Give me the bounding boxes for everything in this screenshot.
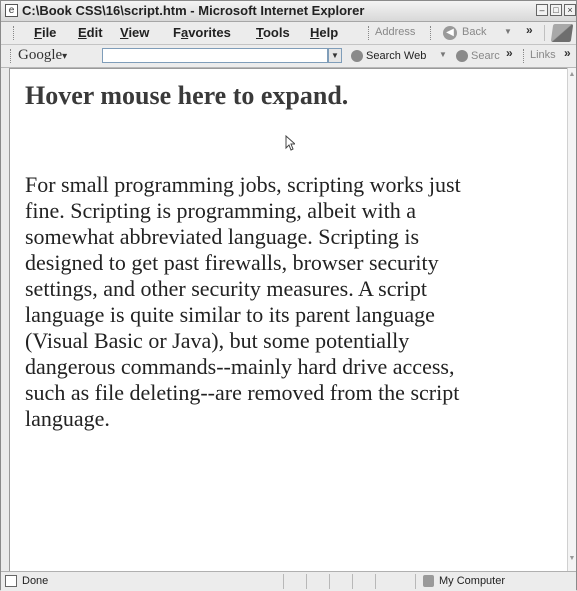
scroll-up-icon[interactable]: ▲: [568, 71, 576, 78]
binoculars-icon[interactable]: [351, 50, 363, 62]
browser-window: e C:\Book CSS\16\script.htm - Microsoft …: [0, 0, 577, 591]
menu-favorites-rest: vorites: [188, 25, 231, 40]
menu-view-rest: iew: [128, 25, 150, 40]
maximize-button[interactable]: □: [550, 4, 562, 16]
menu-file-accel: F: [34, 25, 42, 40]
links-chevron-icon[interactable]: »: [564, 46, 571, 60]
google-chevron-icon[interactable]: »: [506, 46, 513, 60]
menu-edit-rest: dit: [86, 25, 103, 40]
menu-edit-accel: E: [78, 25, 87, 40]
address-grip[interactable]: [368, 26, 372, 40]
menu-view[interactable]: View: [120, 25, 149, 40]
menu-bar: File Edit View Favorites Tools Help Addr…: [1, 22, 576, 45]
google-logo-arrow-icon: ▾: [62, 51, 68, 62]
back-button-label[interactable]: Back: [462, 26, 486, 38]
google-toolbar-grip[interactable]: [10, 49, 14, 63]
back-grip[interactable]: [430, 26, 434, 40]
toolbar-separator: [544, 25, 545, 41]
search-site-button[interactable]: Searc: [471, 50, 500, 62]
title-bar: e C:\Book CSS\16\script.htm - Microsoft …: [1, 1, 576, 22]
google-search-input[interactable]: [102, 48, 328, 63]
menu-tools-accel: T: [256, 25, 263, 40]
status-pane: [306, 574, 307, 589]
page-status-icon: [5, 575, 17, 587]
menu-favorites-pre: F: [173, 25, 181, 40]
back-dropdown-icon[interactable]: ▼: [504, 27, 512, 36]
search-web-dropdown-icon[interactable]: ▼: [439, 50, 447, 59]
menu-tools-rest: ools: [262, 25, 290, 40]
google-toolbar: Google▾ ▼ Search Web ▼ Searc » Links »: [1, 45, 576, 68]
security-zone-text: My Computer: [439, 575, 506, 587]
google-logo-button[interactable]: Google▾: [18, 47, 67, 64]
menu-edit[interactable]: Edit: [78, 25, 103, 40]
menu-tools[interactable]: Tools: [256, 25, 290, 40]
expand-heading[interactable]: Hover mouse here to expand.: [25, 81, 348, 111]
back-arrow-icon[interactable]: ◀: [443, 26, 457, 40]
menu-help-accel: H: [310, 25, 320, 40]
links-button[interactable]: Links: [530, 49, 556, 61]
status-bar: Done My Computer: [1, 571, 576, 591]
toolbar-grip[interactable]: [13, 26, 17, 40]
search-web-button[interactable]: Search Web: [366, 50, 426, 62]
windows-logo-icon: [550, 24, 574, 42]
menu-favorites[interactable]: Favorites: [173, 25, 231, 40]
menu-help-rest: elp: [319, 25, 339, 40]
status-pane: [415, 574, 416, 589]
script-paragraph: For small programming jobs, scripting wo…: [25, 172, 461, 431]
links-grip[interactable]: [523, 49, 527, 63]
status-pane: [329, 574, 330, 589]
close-button[interactable]: ×: [564, 4, 576, 16]
status-pane: [283, 574, 284, 589]
mouse-pointer-icon: [285, 135, 295, 151]
page-content: Hover mouse here to expand. For small pr…: [9, 68, 567, 571]
vertical-scrollbar[interactable]: ▲ ▼: [567, 68, 576, 571]
minimize-button[interactable]: –: [536, 4, 548, 16]
google-logo-text: Google: [18, 47, 63, 63]
menu-help[interactable]: Help: [310, 25, 338, 40]
computer-zone-icon: [423, 575, 434, 587]
address-label[interactable]: Address: [375, 26, 415, 38]
status-pane: [375, 574, 376, 589]
scroll-down-icon[interactable]: ▼: [568, 555, 576, 562]
window-title: C:\Book CSS\16\script.htm - Microsoft In…: [22, 3, 365, 18]
search-dropdown-icon[interactable]: ▼: [328, 48, 342, 63]
menu-file[interactable]: File: [34, 25, 56, 40]
search-site-icon[interactable]: [456, 50, 468, 62]
status-text: Done: [22, 575, 49, 587]
status-pane: [352, 574, 353, 589]
menu-file-rest: ile: [41, 25, 57, 40]
ie-page-icon[interactable]: e: [5, 4, 18, 17]
toolbar-chevron-icon[interactable]: »: [526, 23, 533, 37]
